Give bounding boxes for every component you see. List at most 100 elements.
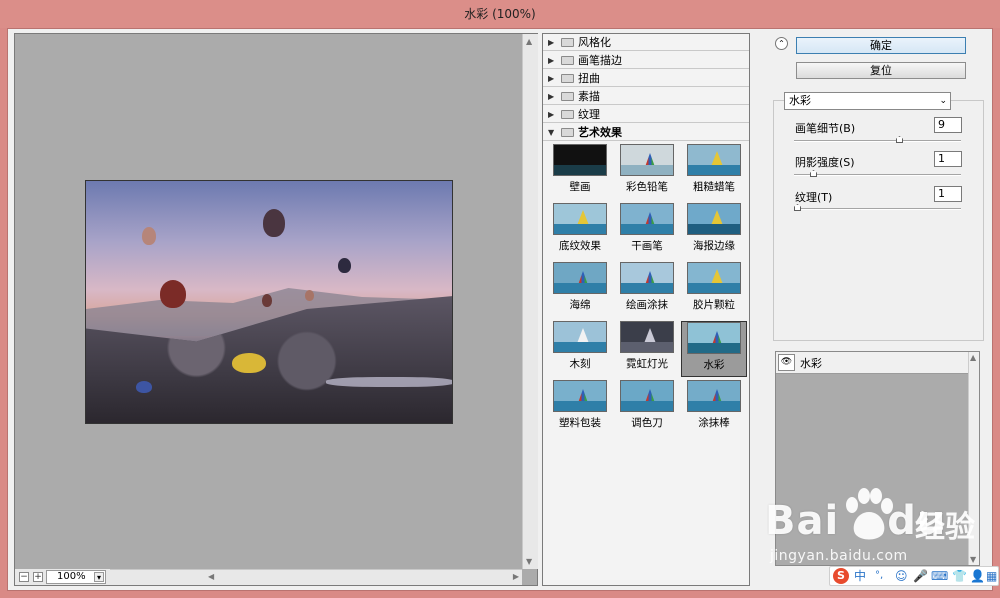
- folder-icon: [561, 56, 574, 65]
- sogou-logo-icon[interactable]: S: [833, 568, 849, 584]
- grid-icon[interactable]: ▦: [986, 567, 997, 585]
- filter-thumb[interactable]: 涂抹棒: [681, 380, 747, 436]
- ime-toolbar[interactable]: S 中 °, ☺ 🎤 ⌨ 👕 👤 ▦: [829, 566, 999, 586]
- category-distort[interactable]: ▶ 扭曲: [543, 70, 749, 87]
- chevron-down-icon[interactable]: ▾: [94, 572, 104, 582]
- filter-preview: [620, 380, 674, 412]
- filter-preview: [687, 380, 741, 412]
- skin-icon[interactable]: 👕: [952, 567, 967, 585]
- expand-icon[interactable]: ▶: [548, 34, 554, 51]
- filter-thumb[interactable]: 干画笔: [614, 203, 680, 259]
- category-stylize[interactable]: ▶ 风格化: [543, 34, 749, 51]
- category-brush-strokes[interactable]: ▶ 画笔描边: [543, 52, 749, 69]
- zoom-value: 100%: [57, 571, 86, 582]
- shadow-intensity-field[interactable]: 1: [934, 151, 962, 167]
- collapse-icon[interactable]: ▼: [548, 124, 554, 141]
- filter-thumb[interactable]: 霓虹灯光: [614, 321, 680, 377]
- filter-label: 底纹效果: [559, 240, 601, 252]
- filter-preview: [620, 144, 674, 176]
- zoom-bar: − + 100% ▾: [15, 569, 110, 585]
- zoom-out-button[interactable]: −: [19, 572, 29, 582]
- texture-field[interactable]: 1: [934, 186, 962, 202]
- filter-thumb[interactable]: 彩色铅笔: [614, 144, 680, 200]
- filter-thumb[interactable]: 海绵: [547, 262, 613, 318]
- window-title: 水彩 (100%): [0, 0, 1000, 28]
- filter-thumb[interactable]: 底纹效果: [547, 203, 613, 259]
- baidu-jingyan-watermark: Bai du 经验 jingyan.baidu.com: [765, 488, 995, 568]
- filter-preview: [620, 321, 674, 353]
- jingyan-text: 经验: [915, 510, 975, 545]
- filter-gallery: ▶ 风格化 ▶ 画笔描边 ▶ 扭曲 ▶ 素描 ▶ 纹理 ▼ 艺术效果 壁画 彩色…: [542, 33, 750, 586]
- scroll-down-icon[interactable]: ▼: [526, 557, 532, 566]
- balloon: [263, 209, 285, 237]
- scroll-up-icon[interactable]: ▲: [526, 37, 532, 46]
- ime-lang[interactable]: 中: [854, 567, 866, 585]
- filter-label: 海绵: [569, 299, 591, 311]
- shadow-intensity-slider[interactable]: [794, 170, 961, 177]
- balloon: [338, 258, 351, 273]
- ok-button[interactable]: 确定: [796, 37, 966, 54]
- folder-icon: [561, 74, 574, 83]
- filter-thumb[interactable]: 海报边缘: [681, 203, 747, 259]
- balloon: [160, 280, 186, 308]
- balloon: [136, 381, 152, 393]
- shadow-intensity-label: 阴影强度(S): [795, 156, 855, 169]
- chevron-down-icon[interactable]: ⌄: [939, 93, 947, 109]
- texture-label: 纹理(T): [795, 191, 833, 204]
- category-artistic[interactable]: ▼ 艺术效果: [543, 124, 749, 141]
- filter-thumb[interactable]: 塑料包装: [547, 380, 613, 436]
- filter-label: 粗糙蜡笔: [693, 181, 735, 193]
- filter-label: 涂抹棒: [698, 417, 730, 429]
- microphone-icon[interactable]: 🎤: [913, 567, 928, 585]
- filter-thumb[interactable]: 壁画: [547, 144, 613, 200]
- filter-preview: [553, 262, 607, 294]
- category-label: 纹理: [578, 108, 600, 121]
- filter-thumb-selected[interactable]: 水彩: [681, 321, 747, 377]
- expand-icon[interactable]: ▶: [548, 70, 554, 87]
- folder-icon: [561, 110, 574, 119]
- category-label: 风格化: [578, 36, 611, 49]
- user-icon[interactable]: 👤: [970, 567, 985, 585]
- reset-button[interactable]: 复位: [796, 62, 966, 79]
- category-texture[interactable]: ▶ 纹理: [543, 106, 749, 123]
- filter-preview: [553, 203, 607, 235]
- texture-slider[interactable]: [794, 204, 961, 211]
- zoom-select[interactable]: 100% ▾: [46, 570, 106, 584]
- filter-thumb[interactable]: 绘画涂抹: [614, 262, 680, 318]
- category-sketch[interactable]: ▶ 素描: [543, 88, 749, 105]
- gallery-scrollbar[interactable]: [750, 33, 762, 586]
- filter-thumb[interactable]: 胶片颗粒: [681, 262, 747, 318]
- filter-label: 胶片颗粒: [693, 299, 735, 311]
- category-label: 画笔描边: [578, 54, 622, 67]
- emoji-icon[interactable]: ☺: [895, 567, 908, 585]
- scroll-up-icon[interactable]: ▲: [970, 353, 976, 362]
- scroll-right-icon[interactable]: ▶: [513, 572, 519, 581]
- expand-icon[interactable]: ▶: [548, 106, 554, 123]
- preview-horizontal-scrollbar[interactable]: ◀ ▶: [110, 569, 522, 585]
- folder-icon: [561, 92, 574, 101]
- filter-thumb[interactable]: 调色刀: [614, 380, 680, 436]
- zoom-in-button[interactable]: +: [33, 572, 43, 582]
- collapse-gallery-icon[interactable]: ⌃: [775, 37, 788, 50]
- keyboard-icon[interactable]: ⌨: [931, 567, 948, 585]
- filter-label: 彩色铅笔: [626, 181, 668, 193]
- expand-icon[interactable]: ▶: [548, 88, 554, 105]
- effect-layer[interactable]: 👁 水彩: [776, 352, 969, 374]
- expand-icon[interactable]: ▶: [548, 52, 554, 69]
- filter-preview: [620, 203, 674, 235]
- filter-settings-panel: [773, 100, 984, 341]
- preview-vertical-scrollbar[interactable]: ▲ ▼: [522, 34, 538, 569]
- watermark-url: jingyan.baidu.com: [770, 548, 908, 564]
- filter-select[interactable]: 水彩 ⌄: [784, 92, 951, 110]
- brush-detail-label: 画笔细节(B): [795, 122, 856, 135]
- filter-label: 绘画涂抹: [626, 299, 668, 311]
- brush-detail-field[interactable]: 9: [934, 117, 962, 133]
- filter-preview: [553, 144, 607, 176]
- scroll-left-icon[interactable]: ◀: [208, 572, 214, 581]
- ime-punct[interactable]: °,: [875, 567, 883, 585]
- brush-detail-slider[interactable]: [794, 136, 961, 143]
- filter-thumb[interactable]: 粗糙蜡笔: [681, 144, 747, 200]
- eye-icon[interactable]: 👁: [778, 354, 795, 371]
- balloon: [305, 290, 314, 301]
- filter-thumb[interactable]: 木刻: [547, 321, 613, 377]
